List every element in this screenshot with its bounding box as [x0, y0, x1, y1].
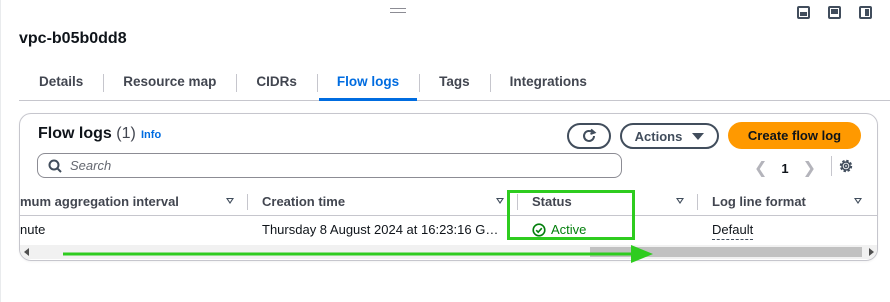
drag-handle[interactable]: [390, 8, 406, 14]
scroll-right-annotation-arrow: [63, 245, 653, 263]
column-header-aggregation-interval[interactable]: mum aggregation interval: [20, 188, 225, 216]
sort-icon[interactable]: [854, 198, 862, 204]
actions-label: Actions: [634, 128, 683, 144]
flow-logs-table-container: Flow logs (1) Info Actions Create flow l…: [19, 113, 878, 261]
log-line-format-cell: Default: [712, 217, 852, 243]
refresh-button[interactable]: [567, 123, 611, 149]
tab-bar: Details Resource map CIDRs Flow logs Tag…: [19, 66, 890, 101]
caret-down-icon: [692, 132, 705, 140]
flow-logs-count: (1): [116, 125, 136, 142]
column-header-creation-time[interactable]: Creation time: [262, 188, 482, 216]
scroll-left-icon[interactable]: [24, 248, 29, 256]
tab-integrations[interactable]: Integrations: [489, 66, 607, 100]
pager-divider: [831, 156, 832, 176]
panel-layout-controls: [797, 6, 872, 19]
flow-logs-title: Flow logs: [38, 125, 112, 142]
aggregation-interval-cell: nute: [20, 222, 46, 237]
refresh-icon: [583, 128, 597, 142]
tab-resource-map[interactable]: Resource map: [103, 66, 236, 100]
previous-page-icon[interactable]: ❮: [754, 158, 767, 178]
scroll-right-icon[interactable]: [869, 248, 874, 256]
log-line-format-link[interactable]: Default: [712, 221, 754, 240]
next-page-icon[interactable]: ❯: [803, 158, 816, 178]
column-header-log-line-format[interactable]: Log line format: [712, 188, 842, 216]
tab-cidrs[interactable]: CIDRs: [236, 66, 317, 100]
column-resizer[interactable]: [247, 194, 248, 210]
table-header: mum aggregation interval Creation time S…: [20, 188, 877, 216]
tab-details[interactable]: Details: [19, 66, 103, 100]
side-panel-icon[interactable]: [859, 6, 872, 19]
bottom-panel-icon[interactable]: [797, 6, 810, 19]
split-panel-icon[interactable]: [828, 6, 841, 19]
search-icon: [48, 159, 62, 173]
tab-tags[interactable]: Tags: [419, 66, 490, 100]
sort-icon[interactable]: [496, 198, 504, 204]
pagination: ❮ 1 ❯: [754, 156, 832, 178]
tab-flow-logs[interactable]: Flow logs: [316, 66, 419, 101]
column-resizer[interactable]: [697, 194, 698, 210]
actions-button[interactable]: Actions: [620, 123, 719, 149]
creation-time-cell: Thursday 8 August 2024 at 16:23:16 G…: [262, 222, 499, 237]
info-link[interactable]: Info: [141, 129, 161, 141]
flow-logs-heading: Flow logs (1): [38, 125, 136, 143]
settings-gear-icon[interactable]: [838, 158, 854, 174]
search-field[interactable]: [37, 153, 622, 178]
table-row[interactable]: nute Thursday 8 August 2024 at 16:23:16 …: [20, 217, 877, 243]
search-input[interactable]: [70, 158, 590, 173]
sort-icon[interactable]: [676, 198, 684, 204]
resource-title: vpc-b05b0dd8: [19, 30, 127, 47]
create-flow-log-button[interactable]: Create flow log: [728, 122, 861, 149]
status-highlight-annotation: [507, 190, 635, 240]
page-number[interactable]: 1: [781, 161, 788, 176]
split-panel: vpc-b05b0dd8 Details Resource map CIDRs …: [0, 0, 890, 302]
sort-icon[interactable]: [226, 198, 234, 204]
